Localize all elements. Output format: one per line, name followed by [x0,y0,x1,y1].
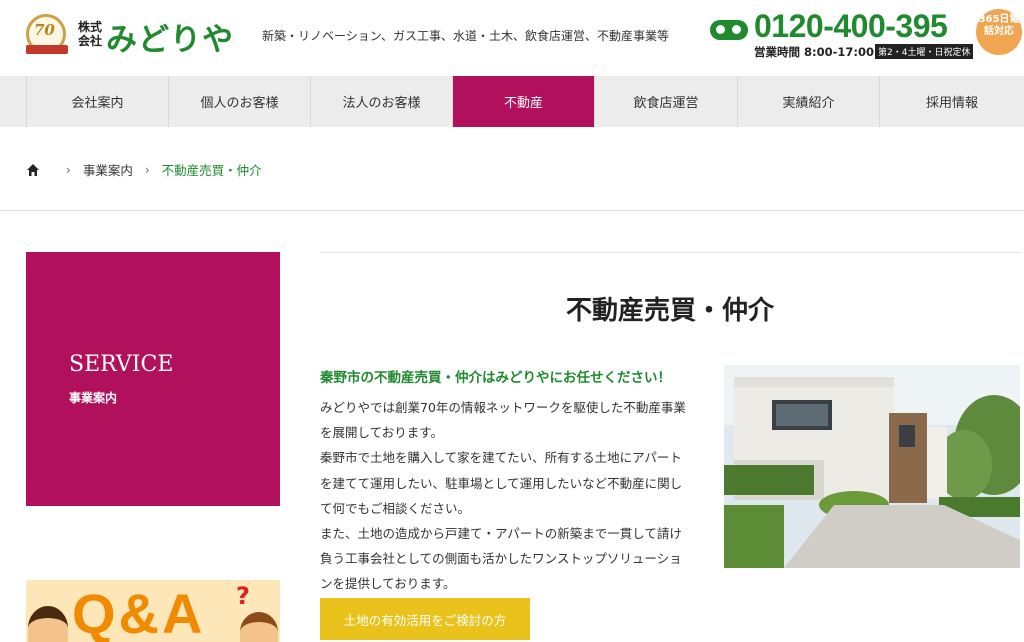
nav-item-recruit[interactable]: 採用情報 [879,76,1024,127]
service-title: SERVICE [69,352,174,377]
description-line: て何でもご相談ください。 [320,500,471,516]
phone-block[interactable]: 0120-400-395 営業時間 8:00-17:00 第2・4土曜・日祝定休 [708,8,974,68]
nav-item-company[interactable]: 会社案内 [26,76,168,127]
description-text: みどりやでは創業70年の情報ネットワークを駆使した不動産事業 を展開しております… [320,395,714,597]
service-heading-box: SERVICE 事業案内 [26,252,280,506]
company-prefix: 株式会社 [78,20,103,48]
qa-banner[interactable]: Q&A ? [26,580,280,642]
chevron-right-icon: › [66,162,71,177]
breadcrumb-parent[interactable]: 事業案内 [83,160,133,179]
holiday-note: 第2・4土曜・日祝定休 [875,44,974,59]
nav-item-realestate[interactable]: 不動産 [452,76,594,127]
qa-text: Q&A [72,582,206,642]
description-line: 負う工事会社としての側面も活かしたワンストップソリューショ [320,551,682,567]
brand-name: みどりや [106,22,234,58]
freedial-icon [710,20,748,40]
business-hours: 営業時間 8:00-17:00 [754,45,874,59]
service-subtitle: 事業案内 [69,391,118,405]
description-line: ンを提供しております。 [320,576,456,592]
person-illustration [240,612,278,642]
section-divider [0,210,1024,211]
breadcrumb-current: 不動産売買・仲介 [161,163,262,178]
description-line: 秦野市で土地を購入して家を建てたい、所有する土地にアパート [320,450,682,466]
breadcrumb: › 事業案内 › 不動産売買・仲介 [26,160,262,179]
global-nav: 会社案内 個人のお客様 法人のお客様 不動産 飲食店運営 実績紹介 採用情報 [0,76,1024,127]
header-tagline: 新築・リノベーション、ガス工事、水道・土木、飲食店運営、不動産事業等 [262,29,670,43]
page-title: 不動産売買・仲介 [565,296,774,326]
land-use-cta-button[interactable]: 土地の有効活用をご検討の方 [320,598,530,640]
lead-heading: 秦野市の不動産売買・仲介はみどりやにお任せください！ [320,370,671,386]
365-support-badge: 365日電話対応 [976,9,1022,55]
chevron-right-icon: › [144,162,150,177]
nav-item-restaurant[interactable]: 飲食店運営 [594,76,737,127]
description-line: を展開しております。 [320,425,444,441]
phone-number[interactable]: 0120-400-395 [754,8,948,45]
person-illustration [28,606,68,642]
description-line: また、土地の造成から戸建て・アパートの新築まで一貫して請け [320,526,682,542]
content-divider [320,252,1020,253]
nav-item-corporate[interactable]: 法人のお客様 [310,76,452,127]
nav-item-works[interactable]: 実績紹介 [737,76,879,127]
description-line: を建てて運用したい、駐車場として運用したいなど不動産に関し [320,475,683,491]
house-photo [724,365,1020,568]
nav-item-personal[interactable]: 個人のお客様 [168,76,310,127]
question-mark-icon: ? [236,582,250,610]
description-line: みどりやでは創業70年の情報ネットワークを駆使した不動産事業 [320,400,686,415]
company-logo[interactable]: 70 株式会社 みどりや [24,12,244,62]
anniversary-badge: 70 [24,12,70,58]
site-header: 70 株式会社 みどりや 新築・リノベーション、ガス工事、水道・土木、飲食店運営… [0,0,1024,76]
home-icon[interactable] [26,163,40,177]
